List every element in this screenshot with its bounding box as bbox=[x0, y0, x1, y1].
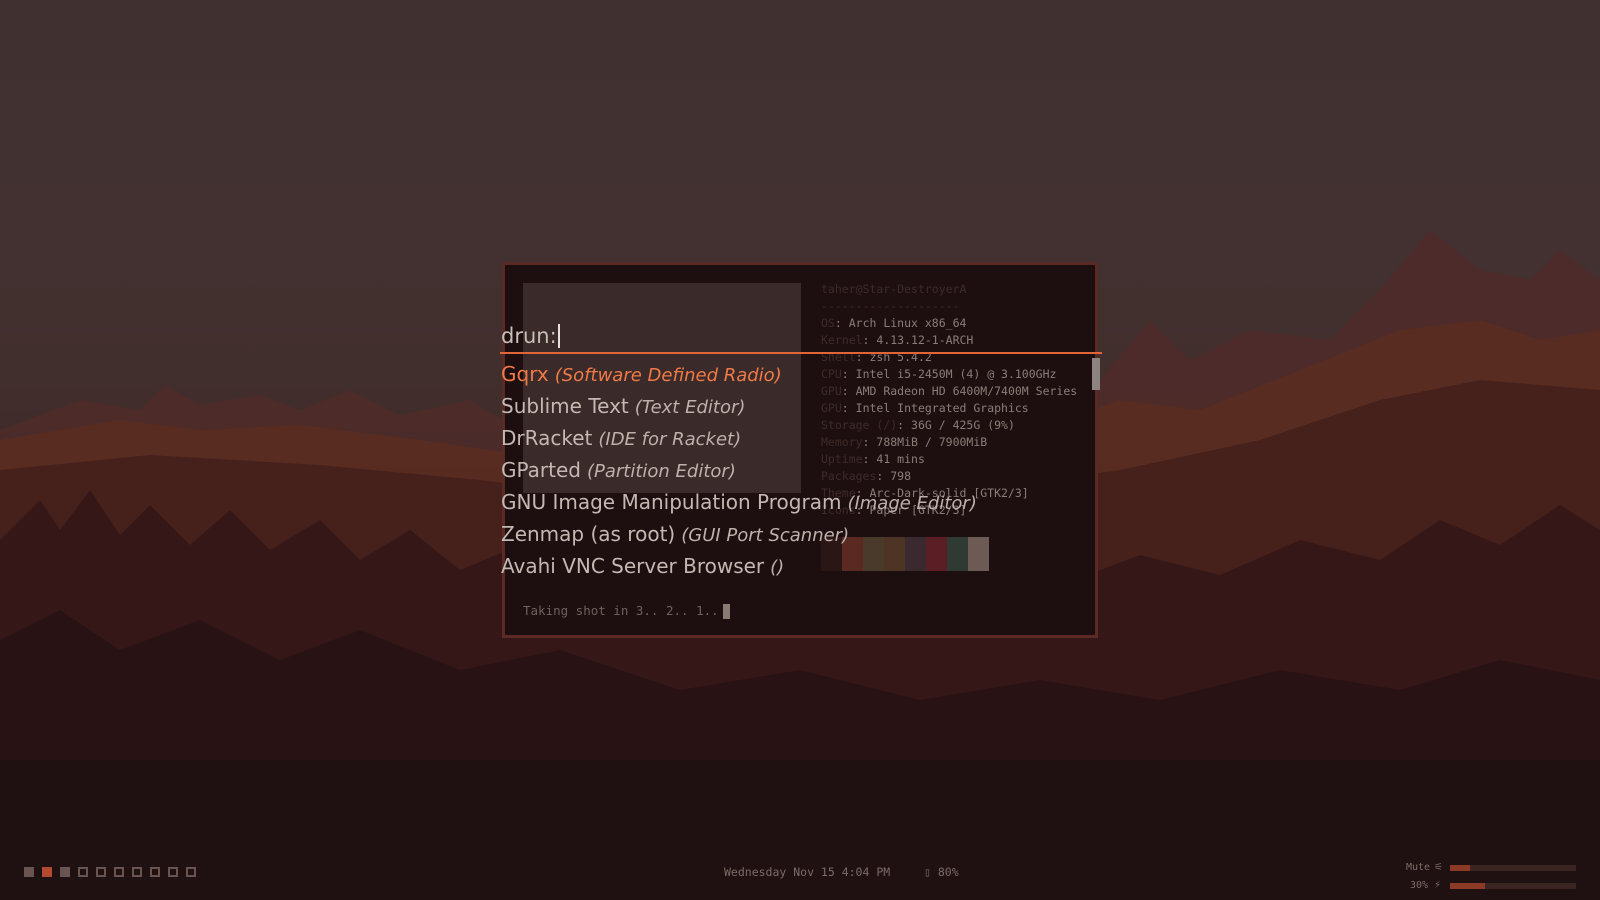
brightness-track[interactable] bbox=[1450, 882, 1576, 889]
clock: Wednesday Nov 15 4:04 PM bbox=[724, 865, 891, 879]
launcher-item-generic-name: (Image Editor) bbox=[847, 493, 977, 514]
workspace-indicator[interactable] bbox=[168, 867, 178, 877]
volume-fill bbox=[1450, 864, 1471, 871]
battery-level: 80% bbox=[937, 865, 959, 879]
launcher-item-generic-name: (Text Editor) bbox=[634, 397, 746, 418]
terminal-command-text: Taking shot in 3.. 2.. 1.. bbox=[523, 603, 719, 618]
battery-status: ▯ 80% bbox=[924, 865, 959, 879]
launcher-item[interactable]: Sublime Text (Text Editor) bbox=[501, 390, 977, 422]
launcher-item-name: Sublime Text bbox=[501, 394, 629, 418]
launcher-prompt-row[interactable]: drun: bbox=[501, 318, 560, 354]
battery-icon: ▯ bbox=[924, 865, 938, 879]
terminal-cursor bbox=[722, 604, 730, 619]
speaker-muted-icon: ⚟ bbox=[1434, 862, 1443, 873]
launcher-item[interactable]: Zenmap (as root) (GUI Port Scanner) bbox=[501, 518, 977, 550]
launcher-item-name: GNU Image Manipulation Program bbox=[501, 490, 842, 514]
launcher-item-name: GParted bbox=[501, 458, 581, 482]
brightness-label: 30% bbox=[1409, 880, 1428, 891]
app-launcher[interactable]: drun: Gqrx (Software Defined Radio) Sublim… bbox=[500, 318, 1102, 578]
launcher-item-name: Zenmap (as root) bbox=[501, 522, 676, 546]
volume-label: Mute bbox=[1406, 862, 1431, 873]
workspace-indicators bbox=[24, 867, 196, 877]
launcher-item-name: Avahi VNC Server Browser bbox=[501, 554, 765, 578]
volume-meter[interactable]: Mute ⚟ bbox=[1406, 862, 1576, 873]
launcher-item[interactable]: Gqrx (Software Defined Radio) bbox=[501, 358, 977, 390]
launcher-item-name: DrRacket bbox=[501, 426, 593, 450]
launcher-results: Gqrx (Software Defined Radio) Sublime Text… bbox=[501, 358, 977, 582]
workspace-indicator[interactable] bbox=[24, 867, 34, 877]
workspace-indicator[interactable] bbox=[60, 867, 70, 877]
workspace-indicator[interactable] bbox=[132, 867, 142, 877]
launcher-item-name: Gqrx bbox=[501, 362, 549, 386]
sysinfo-title: taher@Star-DestroyerA bbox=[821, 282, 967, 296]
brightness-fill bbox=[1450, 882, 1486, 889]
launcher-item-generic-name: (Partition Editor) bbox=[586, 461, 736, 482]
launcher-item[interactable]: GParted (Partition Editor) bbox=[501, 454, 977, 486]
brightness-meter[interactable]: 30% ⚡ bbox=[1406, 880, 1576, 891]
sysinfo-separator: -------------------- bbox=[821, 299, 960, 313]
workspace-indicator[interactable] bbox=[186, 867, 196, 877]
workspace-indicator[interactable] bbox=[42, 867, 52, 877]
launcher-item-generic-name: () bbox=[770, 557, 785, 578]
launcher-item-generic-name: (Software Defined Radio) bbox=[554, 365, 782, 386]
launcher-prompt: drun: bbox=[501, 324, 557, 348]
launcher-item[interactable]: GNU Image Manipulation Program (Image Edi… bbox=[501, 486, 977, 518]
terminal-command-line: Taking shot in 3.. 2.. 1.. bbox=[523, 603, 730, 619]
workspace-indicator[interactable] bbox=[96, 867, 106, 877]
lightning-icon: ⚡ bbox=[1434, 880, 1442, 891]
workspace-indicator[interactable] bbox=[114, 867, 124, 877]
workspace-indicator[interactable] bbox=[78, 867, 88, 877]
prompt-underline bbox=[500, 352, 1102, 354]
status-bar: Wednesday Nov 15 4:04 PM ▯ 80% Mute ⚟ 30… bbox=[0, 860, 1600, 891]
workspace-indicator[interactable] bbox=[150, 867, 160, 877]
launcher-item[interactable]: Avahi VNC Server Browser() bbox=[501, 550, 977, 582]
launcher-item-generic-name: (IDE for Racket) bbox=[598, 429, 742, 450]
volume-track[interactable] bbox=[1450, 864, 1576, 871]
launcher-item-generic-name: (GUI Port Scanner) bbox=[681, 525, 850, 546]
launcher-scrollbar[interactable] bbox=[1092, 358, 1100, 390]
launcher-item[interactable]: DrRacket (IDE for Racket) bbox=[501, 422, 977, 454]
text-caret bbox=[557, 324, 560, 348]
